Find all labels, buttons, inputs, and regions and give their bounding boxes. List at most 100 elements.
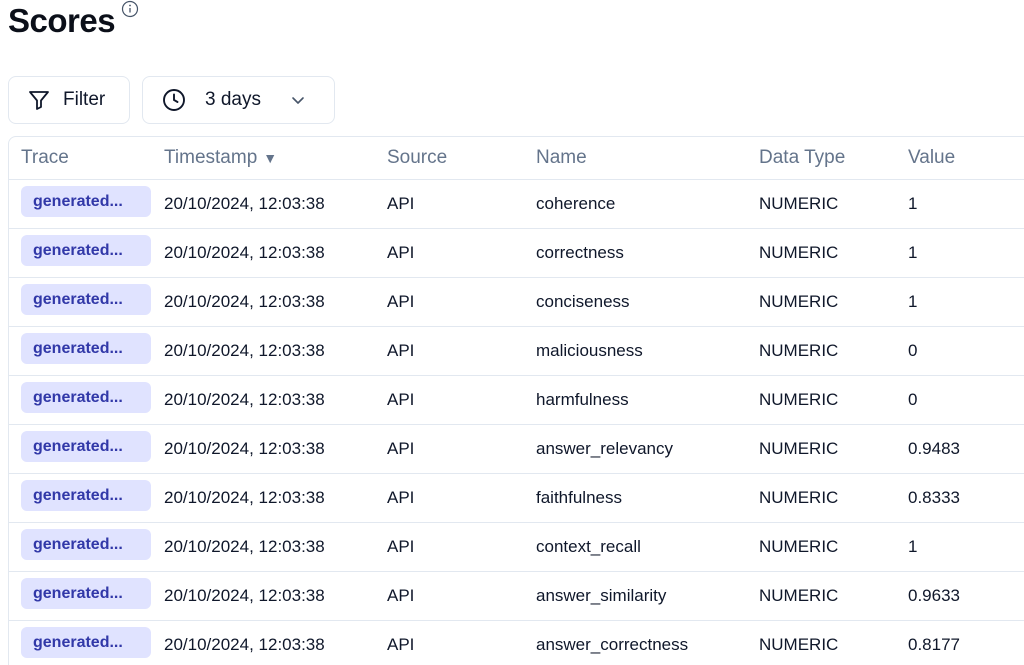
- header-name[interactable]: Name: [524, 137, 747, 180]
- table-row[interactable]: generated... 20/10/2024, 12:03:38 API malic…: [9, 326, 1024, 376]
- cell-name: answer_correctness: [536, 634, 689, 654]
- cell-source: API: [375, 277, 524, 327]
- trace-link-badge[interactable]: generated...: [21, 332, 151, 364]
- cell-value: 1: [896, 179, 1024, 229]
- cell-trace: generated...: [9, 375, 152, 425]
- trace-link-badge[interactable]: generated...: [21, 528, 151, 560]
- cell-data-type: NUMERIC: [747, 424, 896, 474]
- cell-trace: generated...: [9, 277, 152, 327]
- table-row[interactable]: generated... 20/10/2024, 12:03:38 API faith…: [9, 473, 1024, 523]
- cell-data-type: NUMERIC: [747, 179, 896, 229]
- cell-trace: generated...: [9, 620, 152, 665]
- scores-table: Trace Timestamp ▼ Source Name Data Type V…: [8, 136, 1024, 665]
- clock-icon: [163, 89, 185, 111]
- cell-value: 0.9483: [896, 424, 1024, 474]
- sort-desc-icon: ▼: [263, 149, 278, 166]
- cell-value: 1: [896, 228, 1024, 278]
- cell-timestamp: 20/10/2024, 12:03:38: [152, 571, 375, 621]
- header-timestamp-label: Timestamp: [164, 146, 258, 168]
- trace-link-badge[interactable]: generated...: [21, 234, 151, 266]
- trace-link-badge[interactable]: generated...: [21, 430, 151, 462]
- info-icon[interactable]: [121, 0, 139, 18]
- cell-timestamp: 20/10/2024, 12:03:38: [152, 277, 375, 327]
- cell-value: 1: [896, 277, 1024, 327]
- cell-value: 0.8177: [908, 634, 960, 654]
- cell-source: API: [375, 326, 524, 376]
- table-row[interactable]: generated... 20/10/2024, 12:03:38 API answe…: [9, 571, 1024, 621]
- cell-data-type: NUMERIC: [747, 473, 896, 523]
- cell-trace: generated...: [9, 228, 152, 278]
- header-timestamp[interactable]: Timestamp ▼: [152, 137, 375, 180]
- cell-source: API: [375, 179, 524, 229]
- cell-name: conciseness: [524, 277, 747, 327]
- cell-name: answer_similarity: [524, 571, 747, 621]
- cell-source: API: [375, 228, 524, 278]
- cell-trace: generated...: [9, 522, 152, 572]
- cell-timestamp: 20/10/2024, 12:03:38: [152, 424, 375, 474]
- cell-source: API: [375, 424, 524, 474]
- cell-data-type: NUMERIC: [747, 375, 896, 425]
- page-header: Scores: [8, 0, 139, 44]
- cell-data-type: NUMERIC: [747, 326, 896, 376]
- cell-name: coherence: [524, 179, 747, 229]
- cell-name: correctness: [524, 228, 747, 278]
- header-trace[interactable]: Trace: [9, 137, 152, 180]
- header-source[interactable]: Source: [375, 137, 524, 180]
- cell-source: API: [375, 571, 524, 621]
- cell-value: 0: [896, 375, 1024, 425]
- cell-name: maliciousness: [524, 326, 747, 376]
- trace-link-badge[interactable]: generated...: [21, 283, 151, 315]
- cell-source: API: [387, 634, 415, 654]
- cell-name: context_recall: [524, 522, 747, 572]
- trace-link-badge[interactable]: generated...: [21, 626, 151, 658]
- date-range-label: 3 days: [205, 89, 261, 110]
- table-header-row: Trace Timestamp ▼ Source Name Data Type V…: [9, 137, 1024, 180]
- table-row[interactable]: generated... 20/10/2024, 12:03:38 API answe…: [9, 620, 1024, 665]
- table-row[interactable]: generated... 20/10/2024, 12:03:38 API answe…: [9, 424, 1024, 474]
- date-range-select[interactable]: 3 days: [142, 76, 335, 124]
- header-data-type[interactable]: Data Type: [747, 137, 896, 180]
- cell-timestamp: 20/10/2024, 12:03:38: [152, 375, 375, 425]
- cell-trace: generated...: [9, 473, 152, 523]
- cell-name: harmfulness: [524, 375, 747, 425]
- toolbar: Filter 3 days: [8, 76, 335, 124]
- cell-trace: generated...: [9, 424, 152, 474]
- table-row[interactable]: generated... 20/10/2024, 12:03:38 API harmf…: [9, 375, 1024, 425]
- cell-timestamp: 20/10/2024, 12:03:38: [152, 326, 375, 376]
- cell-data-type: NUMERIC: [759, 634, 839, 654]
- cell-name: faithfulness: [524, 473, 747, 523]
- cell-source: API: [375, 522, 524, 572]
- cell-trace: generated...: [9, 326, 152, 376]
- cell-trace: generated...: [9, 571, 152, 621]
- cell-name: answer_relevancy: [524, 424, 747, 474]
- table-row[interactable]: generated... 20/10/2024, 12:03:38 API conte…: [9, 522, 1024, 572]
- cell-data-type: NUMERIC: [747, 228, 896, 278]
- cell-timestamp: 20/10/2024, 12:03:38: [152, 473, 375, 523]
- cell-trace: generated...: [9, 179, 152, 229]
- table-row[interactable]: generated... 20/10/2024, 12:03:38 API coher…: [9, 179, 1024, 229]
- filter-funnel-icon: [29, 91, 49, 110]
- table-row[interactable]: generated... 20/10/2024, 12:03:38 API conci…: [9, 277, 1024, 327]
- cell-value: 0: [896, 326, 1024, 376]
- cell-timestamp: 20/10/2024, 12:03:38: [152, 228, 375, 278]
- page-title: Scores: [8, 2, 116, 39]
- header-value[interactable]: Value: [896, 137, 1024, 180]
- cell-timestamp: 20/10/2024, 12:03:38: [164, 634, 325, 654]
- cell-data-type: NUMERIC: [747, 277, 896, 327]
- cell-source: API: [375, 473, 524, 523]
- cell-timestamp: 20/10/2024, 12:03:38: [152, 522, 375, 572]
- trace-link-badge[interactable]: generated...: [21, 479, 151, 511]
- cell-timestamp: 20/10/2024, 12:03:38: [152, 179, 375, 229]
- cell-data-type: NUMERIC: [747, 522, 896, 572]
- filter-button-label: Filter: [63, 89, 106, 110]
- chevron-down-icon: [292, 97, 304, 104]
- cell-data-type: NUMERIC: [747, 571, 896, 621]
- table-row[interactable]: generated... 20/10/2024, 12:03:38 API corre…: [9, 228, 1024, 278]
- trace-link-badge[interactable]: generated...: [21, 381, 151, 413]
- cell-source: API: [375, 375, 524, 425]
- filter-button[interactable]: Filter: [8, 76, 130, 124]
- cell-value: 0.9633: [896, 571, 1024, 621]
- trace-link-badge[interactable]: generated...: [21, 185, 151, 217]
- cell-value: 1: [896, 522, 1024, 572]
- trace-link-badge[interactable]: generated...: [21, 577, 151, 609]
